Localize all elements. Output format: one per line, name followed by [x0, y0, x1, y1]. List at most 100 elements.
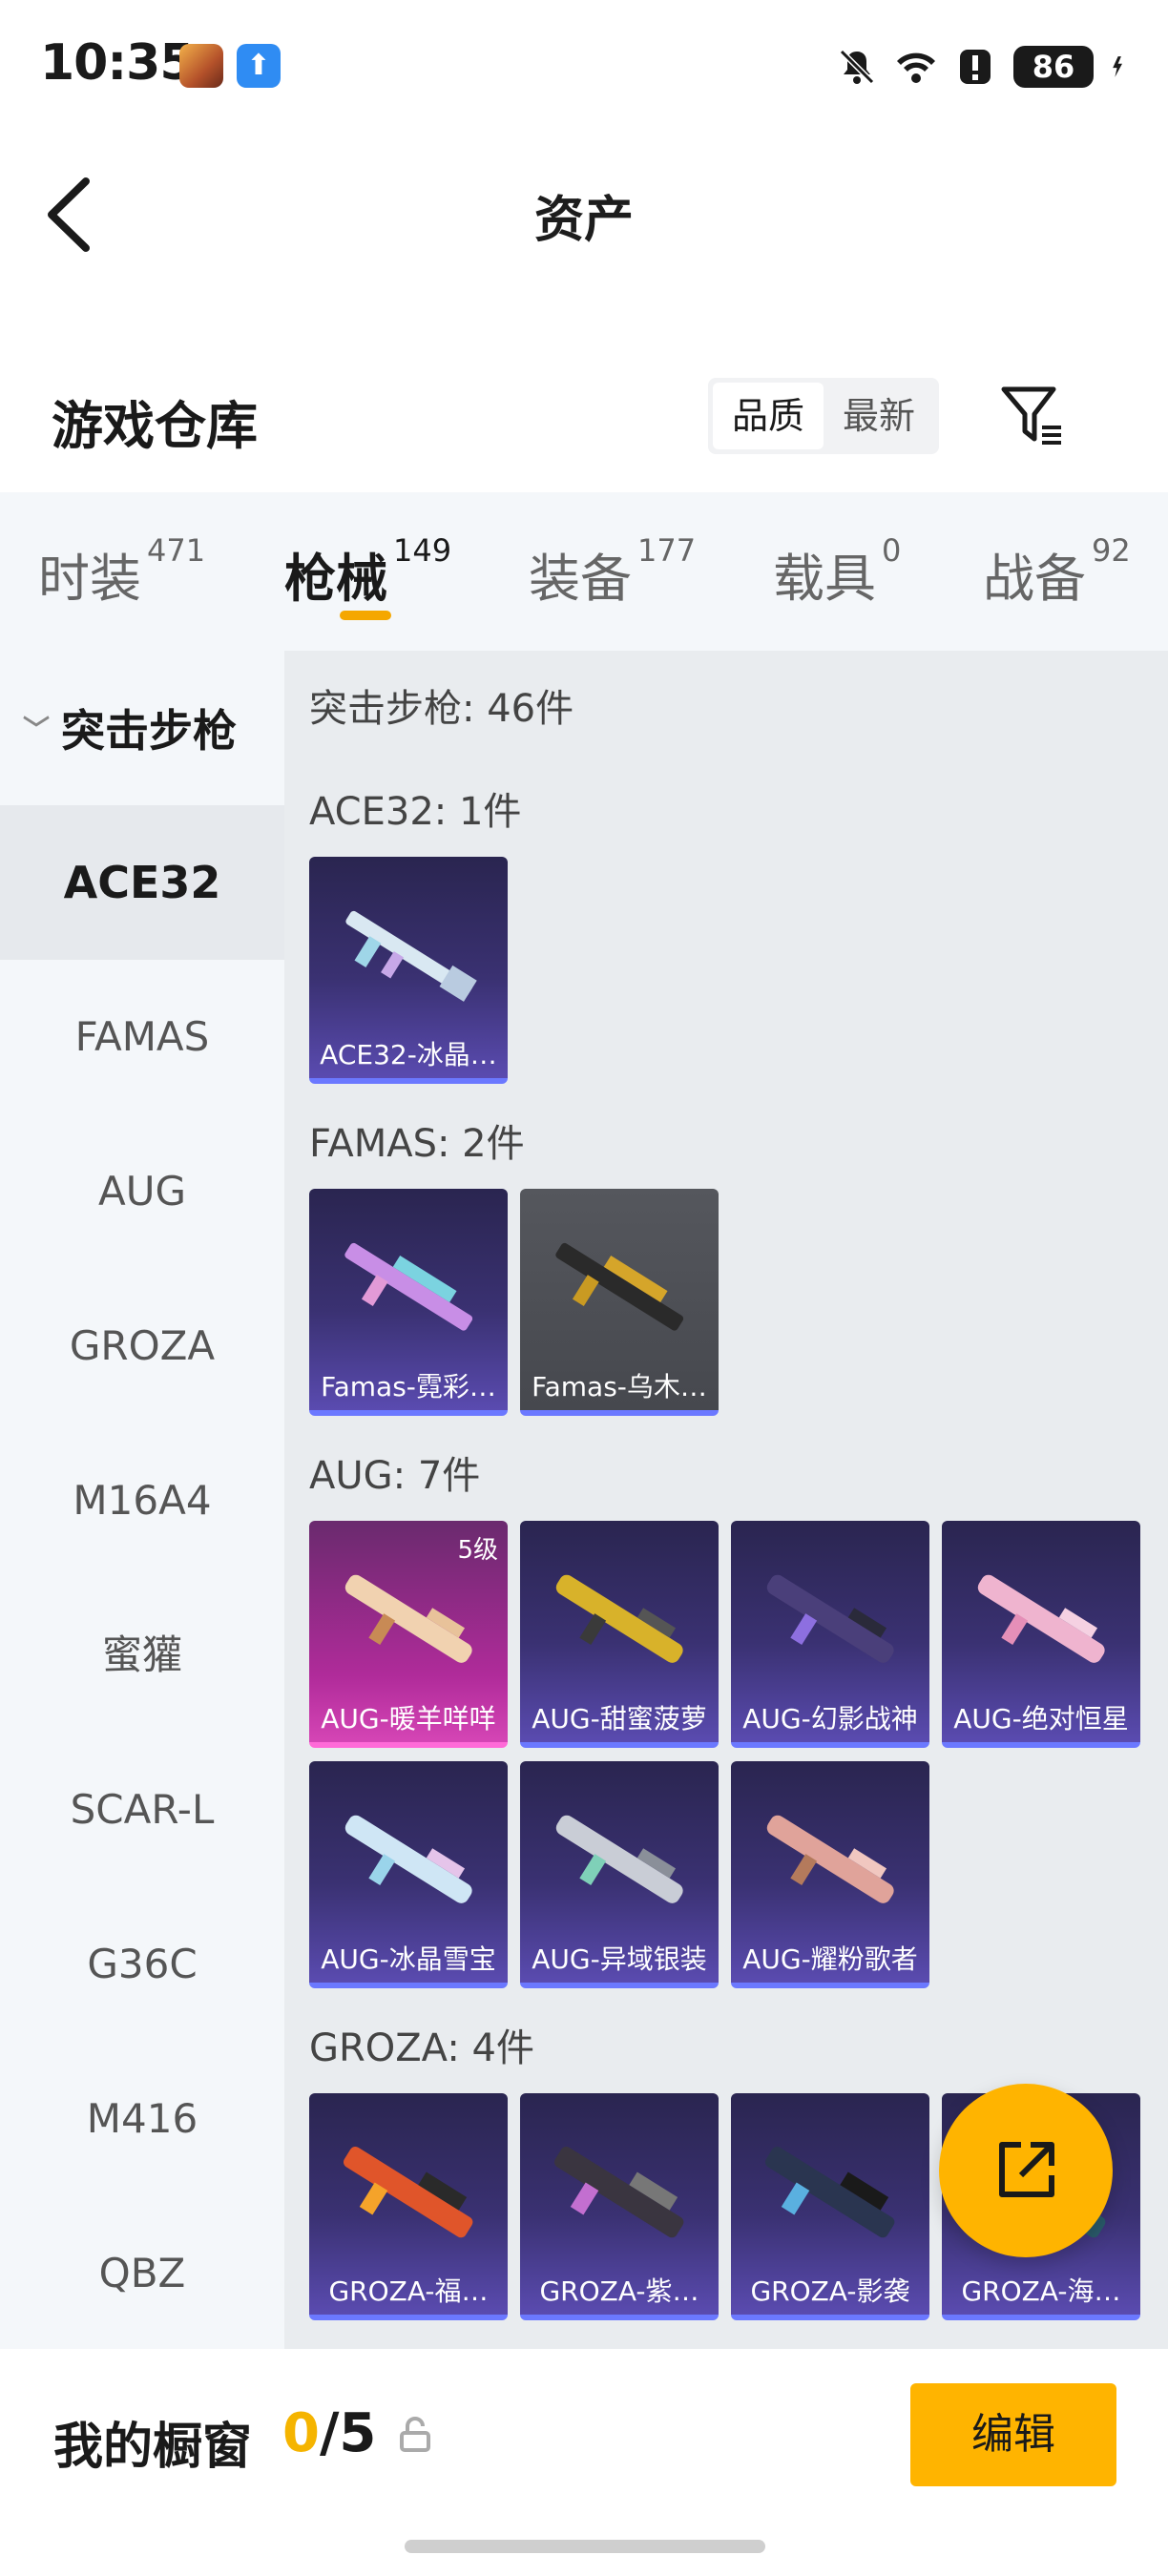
showcase-count: 0/5 — [282, 2402, 376, 2464]
weapon-name: AUG-暖羊咩咩 — [321, 1703, 496, 1735]
sidebar-group-assault-rifles[interactable]: ﹀ 突击步枪 — [0, 651, 284, 805]
weapon-name: AUG-冰晶雪宝 — [321, 1943, 496, 1975]
weapon-card[interactable]: AUG-甜蜜菠萝 — [520, 1521, 719, 1748]
tab-vehicles[interactable]: 载具 0 — [773, 532, 901, 612]
tab-count: 177 — [637, 532, 697, 569]
weapon-name: Famas-乌木… — [532, 1371, 707, 1402]
active-tab-indicator — [340, 611, 391, 620]
sidebar-item-scar-l[interactable]: SCAR-L — [0, 1733, 284, 1887]
weapon-card[interactable]: GROZA-影袭 — [731, 2093, 929, 2320]
rifle-icon — [343, 2146, 473, 2238]
rifle-icon — [764, 2146, 895, 2238]
rifle-icon — [553, 2146, 684, 2238]
weapon-name: ACE32-冰晶… — [320, 1039, 497, 1070]
weapon-card[interactable]: AUG-异域银装 — [520, 1761, 719, 1988]
weapon-name: AUG-耀粉歌者 — [742, 1943, 918, 1975]
tab-weapons[interactable]: 枪械 149 — [284, 532, 451, 612]
rifle-icon — [555, 1815, 683, 1903]
upload-app-icon: ⬆ — [237, 44, 281, 88]
rifle-icon — [977, 1574, 1105, 1663]
share-button[interactable] — [939, 2084, 1113, 2257]
status-bar: 10:35 ⬆ 86 — [0, 0, 1168, 134]
tab-label: 枪械 — [284, 549, 387, 609]
tab-count: 92 — [1092, 532, 1131, 569]
sidebar-item-g36c[interactable]: G36C — [0, 1887, 284, 2042]
weapon-name: AUG-异域银装 — [532, 1943, 707, 1975]
tab-equipment[interactable]: 装备 177 — [529, 532, 696, 612]
section-label-ace32: ACE32: 1件 — [309, 790, 522, 834]
filter-icon[interactable] — [998, 382, 1067, 450]
sort-latest-option[interactable]: 最新 — [824, 383, 934, 449]
weapon-name: GROZA-福… — [328, 2275, 489, 2307]
mute-bell-icon — [839, 49, 875, 85]
weapon-card[interactable]: Famas-乌木… — [520, 1189, 719, 1416]
page-header: 资产 — [0, 134, 1168, 277]
tab-outfit[interactable]: 时装 471 — [38, 532, 205, 612]
rifle-icon — [555, 1242, 684, 1331]
home-indicator[interactable] — [405, 2540, 765, 2553]
tab-label: 装备 — [529, 549, 632, 609]
weapon-card[interactable]: GROZA-福… — [309, 2093, 508, 2320]
lock-icon — [400, 2417, 430, 2452]
sidebar-item-qbz[interactable]: QBZ — [0, 2196, 284, 2351]
rifle-icon — [344, 1242, 473, 1331]
sidebar-item-honey-badger[interactable]: 蜜獾 — [0, 1578, 284, 1733]
charging-icon — [1113, 56, 1122, 77]
section-label-famas: FAMAS: 2件 — [309, 1122, 525, 1166]
wifi-icon — [897, 52, 935, 83]
tab-label: 载具 — [773, 549, 876, 609]
section-label-aug: AUG: 7件 — [309, 1454, 481, 1498]
weapon-card[interactable]: AUG-冰晶雪宝 — [309, 1761, 508, 1988]
showcase-title: 我的橱窗 — [53, 2419, 253, 2476]
sidebar-group-label: 突击步枪 — [61, 705, 238, 757]
weapon-card[interactable]: GROZA-紫… — [520, 2093, 719, 2320]
weapon-card[interactable]: AUG-绝对恒星 — [942, 1521, 1140, 1748]
rifle-icon — [344, 1574, 472, 1663]
weapon-name: AUG-绝对恒星 — [953, 1703, 1129, 1735]
tab-count: 471 — [147, 532, 206, 569]
showcase-bar: 我的橱窗 0/5 编辑 — [0, 2349, 1168, 2576]
sidebar-item-groza[interactable]: GROZA — [0, 1269, 284, 1423]
edit-button[interactable]: 编辑 — [910, 2383, 1116, 2486]
sidebar-item-m16a4[interactable]: M16A4 — [0, 1423, 284, 1578]
page-title: 资产 — [533, 192, 634, 249]
showcase-used: 0 — [282, 2402, 320, 2464]
tab-label: 时装 — [38, 549, 141, 609]
alert-icon — [960, 50, 991, 84]
rifle-icon — [344, 1815, 472, 1903]
weapon-card[interactable]: Famas-霓彩… — [309, 1189, 508, 1416]
weapon-card[interactable]: 5级 AUG-暖羊咩咩 — [309, 1521, 508, 1748]
sidebar-item-aug[interactable]: AUG — [0, 1114, 284, 1269]
sort-toggle: 品质 最新 — [708, 378, 939, 454]
weapon-name: GROZA-影袭 — [750, 2275, 910, 2307]
sidebar-item-m416[interactable]: M416 — [0, 2042, 284, 2196]
category-summary: 突击步枪: 46件 — [309, 687, 574, 731]
game-app-icon — [179, 44, 223, 88]
weapon-name: AUG-幻影战神 — [742, 1703, 918, 1735]
sort-quality-option[interactable]: 品质 — [713, 383, 824, 449]
share-icon — [999, 2142, 1054, 2197]
showcase-total: /5 — [319, 2402, 377, 2464]
chevron-down-icon: ﹀ — [23, 714, 51, 745]
weapon-name: Famas-霓彩… — [321, 1371, 496, 1402]
section-label-groza: GROZA: 4件 — [309, 2026, 534, 2070]
rifle-icon — [345, 910, 477, 1002]
rifle-icon — [766, 1815, 894, 1903]
weapon-card[interactable]: ACE32-冰晶… — [309, 857, 508, 1084]
battery-indicator: 86 — [1013, 46, 1094, 88]
weapon-name: GROZA-紫… — [539, 2275, 699, 2307]
status-time: 10:35 — [40, 34, 195, 92]
sidebar-item-famas[interactable]: FAMAS — [0, 960, 284, 1114]
weapon-type-sidebar: ﹀ 突击步枪 ACE32 FAMAS AUG GROZA M16A4 蜜獾 SCA… — [0, 651, 284, 2349]
weapon-name: AUG-甜蜜菠萝 — [532, 1703, 707, 1735]
warehouse-title: 游戏仓库 — [52, 396, 258, 456]
weapon-card[interactable]: AUG-耀粉歌者 — [731, 1761, 929, 1988]
weapon-card[interactable]: AUG-幻影战神 — [731, 1521, 929, 1748]
weapon-name: GROZA-海… — [961, 2275, 1121, 2307]
rifle-icon — [555, 1574, 683, 1663]
tab-count: 0 — [882, 532, 902, 569]
sidebar-item-ace32[interactable]: ACE32 — [0, 805, 284, 960]
tab-gear[interactable]: 战备 92 — [983, 532, 1131, 612]
category-tabs: 时装 471 枪械 149 装备 177 载具 0 战备 92 — [0, 492, 1168, 651]
tab-label: 战备 — [983, 549, 1086, 609]
